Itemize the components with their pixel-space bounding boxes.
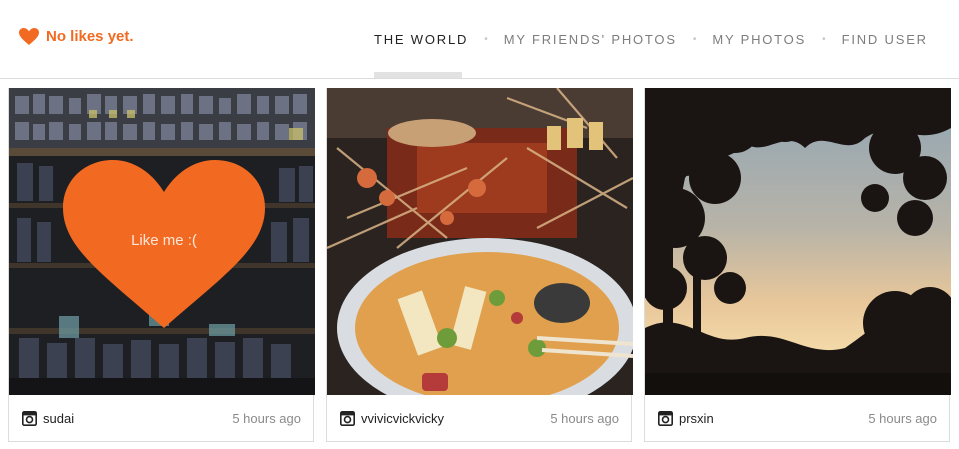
like-heart-button[interactable]: Like me :( (61, 158, 267, 330)
photo-card: prsxin 5 hours ago (644, 88, 951, 442)
timestamp: 5 hours ago (868, 411, 937, 426)
photo-card-footer: sudai 5 hours ago (9, 395, 313, 441)
photo-card: vvivicvickvicky 5 hours ago (326, 88, 633, 442)
nav-separator: • (822, 34, 826, 45)
nav-find-user[interactable]: FIND USER (842, 32, 928, 47)
nav-the-world[interactable]: THE WORLD (374, 32, 468, 47)
user-link[interactable]: prsxin (658, 411, 714, 426)
nav-my-friends-photos[interactable]: MY FRIENDS' PHOTOS (504, 32, 677, 47)
timestamp: 5 hours ago (550, 411, 619, 426)
username: prsxin (679, 411, 714, 426)
nav-my-photos[interactable]: MY PHOTOS (712, 32, 806, 47)
photo-sunset-trees[interactable] (645, 88, 951, 395)
nav-separator: • (692, 34, 697, 45)
likes-status[interactable]: No likes yet. (18, 27, 134, 46)
timestamp: 5 hours ago (232, 411, 301, 426)
instagram-icon (340, 411, 355, 426)
likes-status-text: No likes yet. (46, 28, 134, 45)
photo-card: Like me :( sudai 5 hours ago (8, 88, 315, 442)
instagram-icon (22, 411, 37, 426)
active-tab-indicator (374, 72, 462, 78)
photo-card-footer: prsxin 5 hours ago (645, 395, 949, 441)
username: vvivicvickvicky (361, 411, 445, 426)
instagram-icon (658, 411, 673, 426)
nav-separator: • (484, 34, 488, 45)
like-prompt-text: Like me :( (131, 232, 197, 249)
top-bar: No likes yet. THE WORLD • MY FRIENDS' PH… (0, 0, 959, 79)
heart-icon (19, 28, 39, 45)
photo-card-footer: vvivicvickvicky 5 hours ago (327, 395, 631, 441)
main-nav: THE WORLD • MY FRIENDS' PHOTOS • MY PHOT… (374, 32, 928, 47)
photo-food-skewers[interactable] (327, 88, 633, 395)
user-link[interactable]: vvivicvickvicky (340, 411, 444, 426)
username: sudai (43, 411, 75, 426)
user-link[interactable]: sudai (22, 411, 74, 426)
